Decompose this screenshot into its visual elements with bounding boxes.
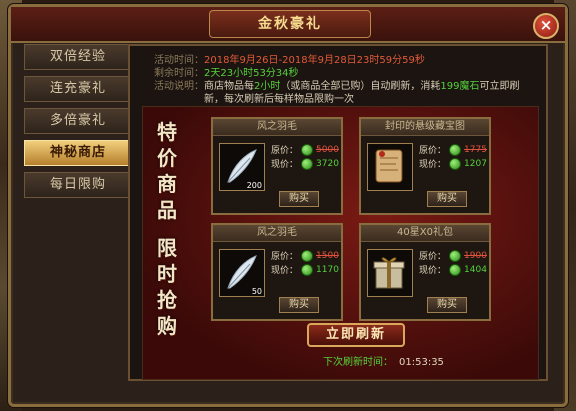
shop-item-card: 风之羽毛 200 原价： 5000 现价： 3720 购买 bbox=[211, 117, 343, 215]
green-gem-icon bbox=[449, 157, 462, 170]
shop-area: 特价商品 限时抢购 风之羽毛 200 原价： 5000 现价： 3720 购买 封印… bbox=[142, 106, 539, 380]
buy-button[interactable]: 购买 bbox=[427, 297, 467, 313]
next-refresh-label: 下次刷新时间： bbox=[323, 357, 393, 368]
green-gem-icon bbox=[301, 157, 314, 170]
buy-button[interactable]: 购买 bbox=[279, 191, 319, 207]
sidebar-item-daily-limit[interactable]: 每日限购 bbox=[24, 172, 132, 198]
item-name: 封印的悬级藏宝图 bbox=[361, 119, 489, 136]
sidebar-item-recharge-gift[interactable]: 连充豪礼 bbox=[24, 76, 132, 102]
original-price: 原价： 5000 bbox=[271, 143, 339, 156]
close-icon: × bbox=[539, 16, 553, 34]
close-button[interactable]: × bbox=[533, 13, 559, 39]
sidebar-item-double-exp[interactable]: 双倍经验 bbox=[24, 44, 132, 70]
current-price: 现价： 1170 bbox=[271, 263, 339, 276]
original-price: 原价： 1775 bbox=[419, 143, 487, 156]
event-info: 活动时间： 2018年9月26日-2018年9月28日23时59分59秒 剩余时… bbox=[154, 54, 534, 106]
shop-item-card: 风之羽毛 50 原价： 1500 现价： 1170 购买 bbox=[211, 223, 343, 321]
current-price: 现价： 3720 bbox=[271, 157, 339, 170]
item-name: 40星X0礼包 bbox=[361, 225, 489, 242]
item-name: 风之羽毛 bbox=[213, 225, 341, 242]
item-slot[interactable]: 50 bbox=[219, 249, 265, 297]
original-price: 原价： 1900 bbox=[419, 249, 487, 262]
item-name: 风之羽毛 bbox=[213, 119, 341, 136]
buy-button[interactable]: 购买 bbox=[427, 191, 467, 207]
next-refresh: 下次刷新时间： 01:53:35 bbox=[323, 353, 444, 368]
gift-box-icon bbox=[373, 257, 405, 289]
sidebar-item-multi-gift[interactable]: 多倍豪礼 bbox=[24, 108, 132, 134]
current-price: 现价： 1207 bbox=[419, 157, 487, 170]
main-panel: 活动时间： 2018年9月26日-2018年9月28日23时59分59秒 剩余时… bbox=[128, 44, 548, 381]
buy-button[interactable]: 购买 bbox=[279, 297, 319, 313]
item-slot[interactable] bbox=[367, 249, 413, 297]
green-gem-icon bbox=[449, 143, 462, 156]
promo-slogan: 特价商品 限时抢购 bbox=[157, 120, 177, 338]
current-price: 现价： 1404 bbox=[419, 263, 487, 276]
desc-text: 商店物品每2小时（或商品全部已购）自动刷新，消耗199魔石可立即刷新，每次刷新后… bbox=[204, 81, 520, 105]
refresh-now-button[interactable]: 立即刷新 bbox=[307, 323, 405, 347]
green-gem-icon bbox=[301, 249, 314, 262]
shop-item-card: 40星X0礼包 原价： 1900 现价： 1404 购买 bbox=[359, 223, 491, 321]
title-bar: 金秋豪礼 × bbox=[11, 7, 565, 43]
item-slot[interactable] bbox=[367, 143, 413, 191]
sidebar: 双倍经验 连充豪礼 多倍豪礼 神秘商店 每日限购 bbox=[24, 44, 132, 204]
time-value: 2018年9月26日-2018年9月28日23时59分59秒 bbox=[204, 55, 425, 66]
remain-value: 2天23小时53分34秒 bbox=[204, 68, 299, 79]
desc-label: 活动说明： bbox=[154, 81, 204, 92]
item-slot[interactable]: 200 bbox=[219, 143, 265, 191]
item-quantity: 50 bbox=[251, 287, 262, 296]
shop-item-card: 封印的悬级藏宝图 原价： 1775 现价： 1207 购买 bbox=[359, 117, 491, 215]
green-gem-icon bbox=[301, 143, 314, 156]
next-refresh-time: 01:53:35 bbox=[399, 357, 444, 368]
original-price: 原价： 1500 bbox=[271, 249, 339, 262]
green-gem-icon bbox=[449, 263, 462, 276]
sidebar-item-mystery-shop[interactable]: 神秘商店 bbox=[24, 140, 132, 166]
treasure-map-icon bbox=[375, 149, 403, 183]
remain-label: 剩余时间： bbox=[154, 68, 204, 79]
time-label: 活动时间： bbox=[154, 55, 204, 66]
green-gem-icon bbox=[301, 263, 314, 276]
item-quantity: 200 bbox=[246, 181, 262, 190]
green-gem-icon bbox=[449, 249, 462, 262]
window-title: 金秋豪礼 bbox=[209, 10, 371, 38]
